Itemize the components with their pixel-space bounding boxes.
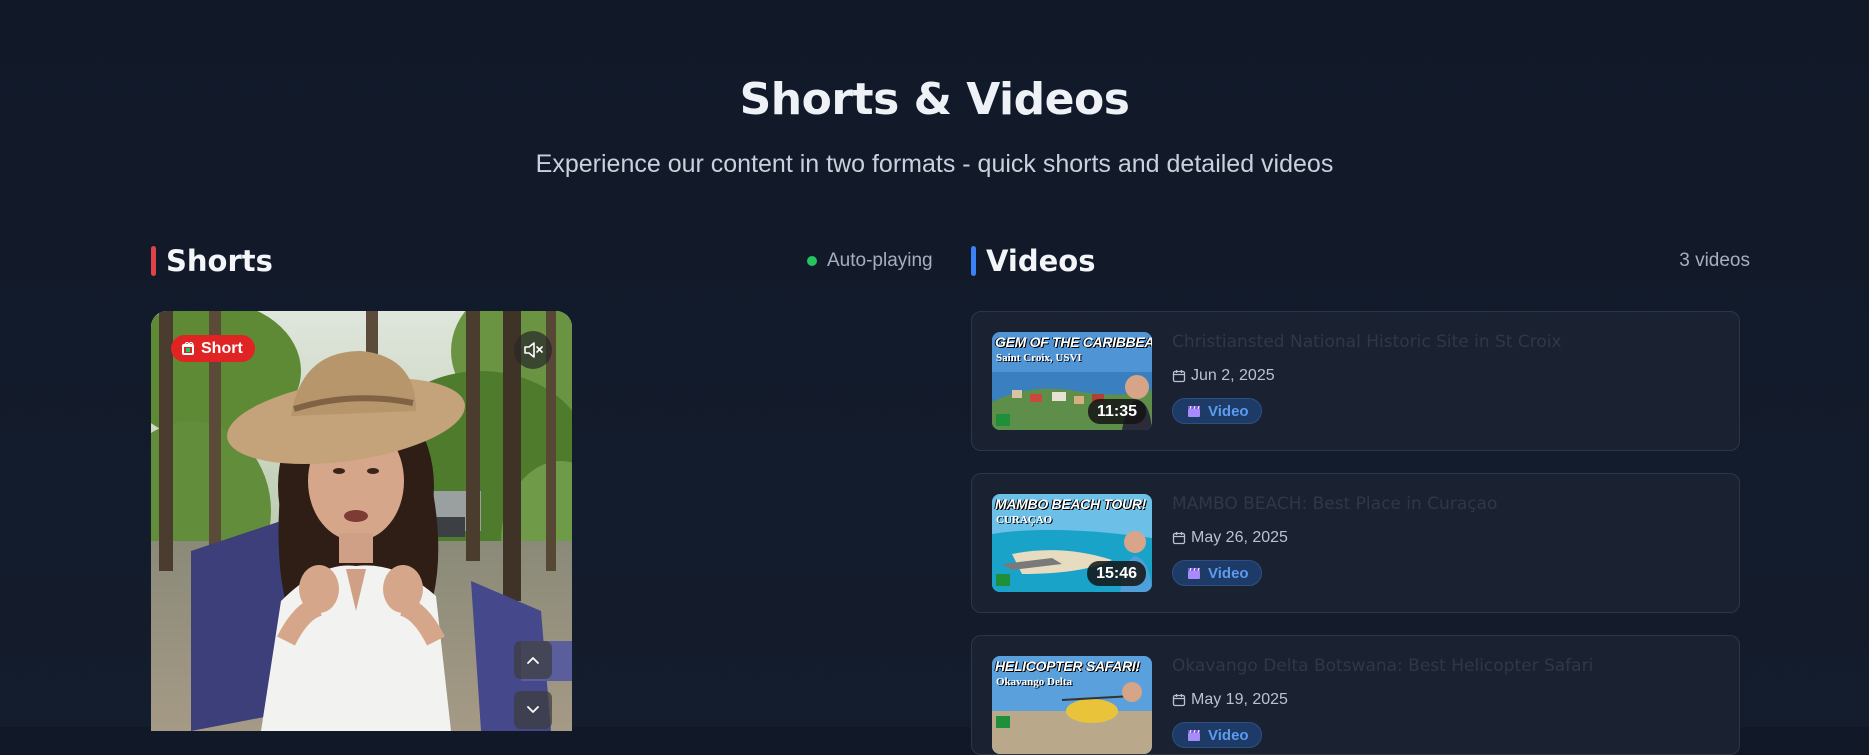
chevron-up-icon: [527, 657, 539, 664]
video-type-label: Video: [1208, 564, 1249, 582]
autoplay-label: Auto-playing: [827, 250, 933, 271]
shorts-accent-bar: [151, 246, 156, 276]
video-date: May 26, 2025: [1172, 529, 1288, 547]
videos-heading: Videos: [986, 244, 1096, 278]
video-type-label: Video: [1208, 402, 1249, 420]
short-badge-label: Short: [201, 339, 243, 357]
video-count: 3 videos: [1679, 250, 1750, 271]
clapperboard-icon: [1188, 729, 1200, 741]
shorts-logo-icon: [182, 341, 194, 355]
videos-section-header: Videos: [971, 244, 1096, 278]
video-card[interactable]: HELICOPTER SAFARI! Okavango Delta Okavan…: [971, 635, 1740, 755]
video-title[interactable]: Christiansted National Historic Site in …: [1172, 332, 1562, 352]
video-date-label: Jun 2, 2025: [1191, 367, 1275, 384]
video-duration: 11:35: [1087, 399, 1146, 424]
video-card[interactable]: MAMBO BEACH TOUR! CURAÇAO 15:46 MAMBO BE…: [971, 473, 1740, 613]
thumbnail-headline: HELICOPTER SAFARI!: [995, 658, 1140, 674]
short-player[interactable]: Short: [151, 311, 572, 731]
video-type-badge: Video: [1172, 398, 1262, 424]
autoplay-status: Auto-playing: [807, 248, 933, 274]
calendar-icon: [1172, 370, 1186, 383]
video-type-label: Video: [1208, 726, 1249, 744]
thumbnail-subtitle: Okavango Delta: [996, 676, 1073, 688]
video-type-badge: Video: [1172, 560, 1262, 586]
clapperboard-icon: [1188, 567, 1200, 579]
chevron-down-icon: [527, 706, 539, 713]
thumbnail-subtitle: CURAÇAO: [996, 514, 1053, 526]
video-thumbnail[interactable]: GEM OF THE CARIBBEAN! Saint Croix, USVI …: [992, 332, 1152, 430]
video-date: Jun 2, 2025: [1172, 367, 1275, 385]
volume-mute-icon: [524, 342, 543, 358]
calendar-icon: [1172, 532, 1186, 545]
thumbnail-headline: MAMBO BEACH TOUR!: [995, 496, 1146, 512]
clapperboard-icon: [1188, 405, 1200, 417]
video-duration: 15:46: [1087, 561, 1146, 586]
video-type-badge: Video: [1172, 722, 1262, 748]
thumbnail-subtitle: Saint Croix, USVI: [996, 352, 1082, 364]
video-title[interactable]: Okavango Delta Botswana: Best Helicopter…: [1172, 656, 1593, 676]
calendar-icon: [1172, 694, 1186, 707]
video-thumbnail[interactable]: MAMBO BEACH TOUR! CURAÇAO 15:46: [992, 494, 1152, 592]
video-date-label: May 19, 2025: [1191, 691, 1288, 708]
video-date-label: May 26, 2025: [1191, 529, 1288, 546]
video-title[interactable]: MAMBO BEACH: Best Place in Curaçao: [1172, 494, 1497, 514]
shorts-heading: Shorts: [166, 244, 273, 278]
video-thumbnail[interactable]: HELICOPTER SAFARI! Okavango Delta: [992, 656, 1152, 754]
video-card[interactable]: GEM OF THE CARIBBEAN! Saint Croix, USVI …: [971, 311, 1740, 451]
previous-short-button[interactable]: [514, 641, 552, 679]
shorts-section-header: Shorts: [151, 244, 273, 278]
next-short-button[interactable]: [514, 691, 552, 729]
live-dot-icon: [807, 256, 817, 266]
mute-button[interactable]: [514, 331, 552, 369]
videos-accent-bar: [971, 246, 976, 276]
page-title: Shorts & Videos: [739, 74, 1130, 125]
page-subtitle: Experience our content in two formats - …: [535, 150, 1334, 178]
thumbnail-headline: GEM OF THE CARIBBEAN!: [995, 334, 1152, 350]
short-video-frame: [151, 311, 572, 731]
video-date: May 19, 2025: [1172, 691, 1288, 709]
short-badge: Short: [171, 335, 255, 362]
